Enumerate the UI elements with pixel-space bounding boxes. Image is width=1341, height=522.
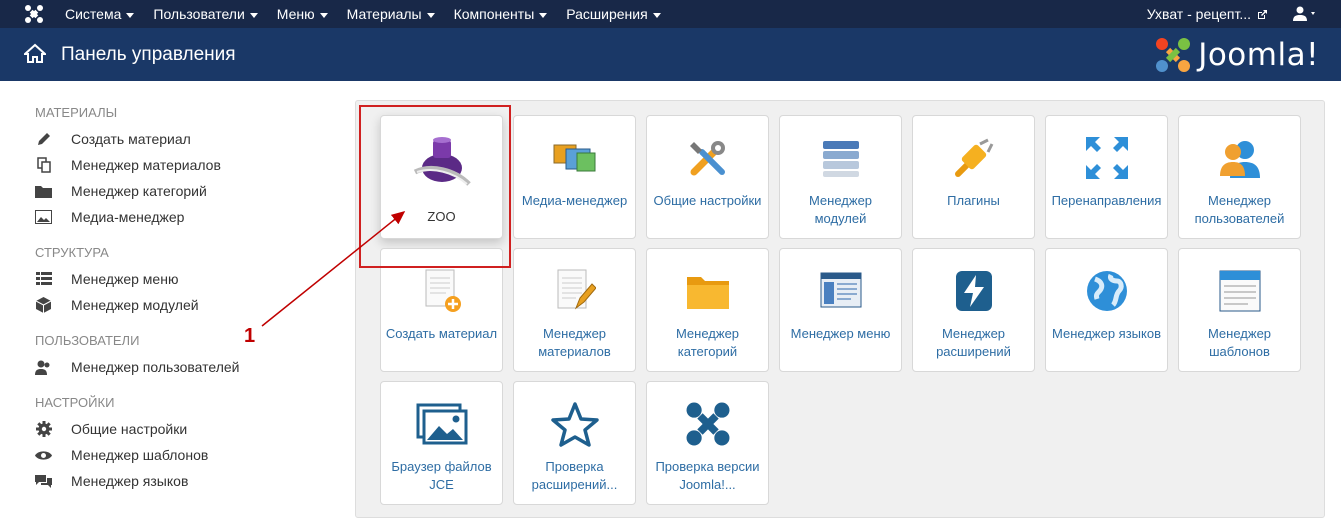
annotation-number: 1 <box>244 325 256 347</box>
annotation-arrow <box>261 211 406 327</box>
